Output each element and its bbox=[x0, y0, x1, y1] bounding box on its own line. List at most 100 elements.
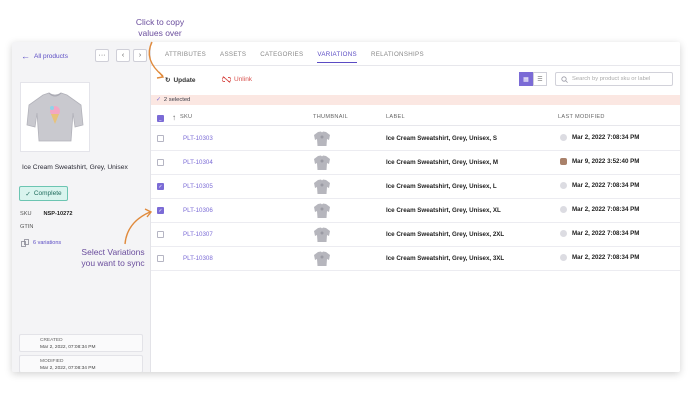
tab-variations[interactable]: VARIATIONS bbox=[317, 51, 357, 63]
tab-categories[interactable]: CATEGORIES bbox=[260, 51, 303, 63]
header-thumbnail: THUMBNAIL bbox=[313, 114, 349, 120]
row-sku-link[interactable]: PLT-10304 bbox=[183, 159, 213, 166]
row-modified-date: Mar 2, 2022 7:08:34 PM bbox=[572, 182, 640, 189]
header-label[interactable]: LABEL bbox=[386, 114, 405, 120]
gtin-key: GTIN bbox=[20, 224, 34, 230]
row-checkbox[interactable] bbox=[157, 231, 164, 238]
row-checkbox[interactable]: ✓ bbox=[157, 183, 164, 190]
user-avatar bbox=[560, 206, 567, 213]
search-box[interactable]: Search by product sku or label bbox=[555, 72, 673, 86]
unlink-label: Unlink bbox=[234, 76, 253, 83]
row-label: Ice Cream Sweatshirt, Grey, Unisex, 3XL bbox=[386, 255, 505, 262]
user-avatar bbox=[560, 182, 567, 189]
row-label: Ice Cream Sweatshirt, Grey, Unisex, XL bbox=[386, 207, 501, 214]
next-product-button[interactable]: › bbox=[133, 49, 147, 62]
search-icon bbox=[561, 75, 568, 83]
user-avatar bbox=[560, 254, 567, 261]
select-all-checkbox[interactable]: − bbox=[157, 115, 164, 124]
row-modified-date: Mar 2, 2022 7:08:34 PM bbox=[572, 230, 640, 237]
update-label: Update bbox=[173, 76, 196, 84]
complete-status-badge[interactable]: ✓ Complete bbox=[19, 186, 68, 201]
more-options-button[interactable]: ··· bbox=[95, 49, 109, 62]
annotation-line: values over bbox=[138, 28, 182, 38]
modified-label: MODIFIED bbox=[40, 359, 64, 364]
row-sku-link[interactable]: PLT-10303 bbox=[183, 135, 213, 142]
row-label: Ice Cream Sweatshirt, Grey, Unisex, S bbox=[386, 135, 497, 142]
modified-card: MODIFIED Mar 2, 2022, 07:08:34 PM bbox=[19, 355, 143, 372]
user-avatar bbox=[560, 158, 567, 165]
row-sku-link[interactable]: PLT-10306 bbox=[183, 207, 213, 214]
back-to-products-link[interactable]: ← All products bbox=[21, 52, 68, 61]
tab-relationships[interactable]: RELATIONSHIPS bbox=[371, 51, 424, 63]
selection-bar: ✓ 2 selected bbox=[151, 95, 680, 105]
annotation-copy-values: Click to copy values over bbox=[120, 17, 200, 39]
arrow-left-icon: ← bbox=[21, 51, 30, 61]
app-window: ← All products ··· ‹ › Ice Cream Sweatsh… bbox=[12, 42, 680, 372]
user-avatar bbox=[560, 230, 567, 237]
row-sku-link[interactable]: PLT-10307 bbox=[183, 231, 213, 238]
sort-asc-icon[interactable]: ↑ bbox=[172, 113, 176, 122]
variations-link[interactable]: 6 variations bbox=[21, 239, 61, 247]
update-button[interactable]: ↻ Update bbox=[165, 76, 196, 85]
table-row[interactable]: PLT-10308 Ice Cream Sweatshirt, Grey, Uni… bbox=[151, 247, 680, 271]
unlink-button[interactable]: Unlink bbox=[222, 76, 252, 83]
variations-label: 6 variations bbox=[33, 240, 62, 246]
check-small-icon: ✓ bbox=[156, 97, 161, 103]
main-panel: ATTRIBUTES ASSETS CATEGORIES VARIATIONS … bbox=[151, 42, 680, 372]
modified-value: Mar 2, 2022, 07:08:34 PM bbox=[40, 366, 96, 371]
row-sku-link[interactable]: PLT-10308 bbox=[183, 255, 213, 262]
unlink-icon bbox=[222, 76, 231, 83]
sweatshirt-image bbox=[26, 92, 84, 142]
product-sidebar: ← All products ··· ‹ › Ice Cream Sweatsh… bbox=[12, 42, 151, 372]
header-sku[interactable]: SKU bbox=[180, 114, 192, 120]
product-name: Ice Cream Sweatshirt, Grey, Unisex bbox=[22, 164, 128, 171]
row-thumbnail bbox=[314, 251, 330, 266]
refresh-icon: ↻ bbox=[165, 77, 171, 84]
tab-attributes[interactable]: ATTRIBUTES bbox=[165, 51, 206, 63]
row-thumbnail bbox=[314, 179, 330, 194]
tab-divider bbox=[151, 65, 680, 66]
view-toggle: ▦ ☰ bbox=[519, 72, 547, 86]
check-icon: ✓ bbox=[25, 190, 31, 198]
product-image bbox=[20, 82, 90, 152]
gtin-field: GTIN bbox=[20, 224, 33, 230]
row-checkbox[interactable] bbox=[157, 135, 164, 142]
sku-key: SKU bbox=[20, 211, 32, 217]
previous-product-button[interactable]: ‹ bbox=[116, 49, 130, 62]
table-row[interactable]: PLT-10304 Ice Cream Sweatshirt, Grey, Uni… bbox=[151, 151, 680, 175]
table-header: − ↑ SKU THUMBNAIL LABEL LAST MODIFIED bbox=[151, 112, 680, 126]
created-card: CREATED Mar 2, 2022, 07:08:34 PM bbox=[19, 334, 143, 352]
search-placeholder: Search by product sku or label bbox=[572, 76, 651, 82]
table-row[interactable]: PLT-10307 Ice Cream Sweatshirt, Grey, Uni… bbox=[151, 223, 680, 247]
table-row[interactable]: PLT-10303 Ice Cream Sweatshirt, Grey, Uni… bbox=[151, 127, 680, 151]
back-link-label: All products bbox=[34, 53, 68, 60]
annotation-select-variations: Select Variations you want to sync bbox=[68, 247, 158, 269]
row-thumbnail bbox=[314, 155, 330, 170]
row-last-modified: Mar 2, 2022 7:08:34 PM bbox=[560, 134, 639, 141]
sku-field: SKU NSP-10272 bbox=[20, 211, 72, 217]
row-last-modified: Mar 2, 2022 7:08:34 PM bbox=[560, 206, 639, 213]
grid-view-button[interactable]: ▦ bbox=[519, 72, 533, 86]
row-label: Ice Cream Sweatshirt, Grey, Unisex, 2XL bbox=[386, 231, 505, 238]
selection-count: 2 selected bbox=[163, 97, 191, 103]
header-last-modified[interactable]: LAST MODIFIED bbox=[558, 114, 605, 120]
row-checkbox[interactable]: ✓ bbox=[157, 207, 164, 214]
row-last-modified: Mar 2, 2022 7:08:34 PM bbox=[560, 182, 639, 189]
row-last-modified: Mar 2, 2022 7:08:34 PM bbox=[560, 254, 639, 261]
row-thumbnail bbox=[314, 227, 330, 242]
created-value: Mar 2, 2022, 07:08:34 PM bbox=[40, 345, 96, 350]
list-view-button[interactable]: ☰ bbox=[533, 72, 547, 86]
tab-assets[interactable]: ASSETS bbox=[220, 51, 246, 63]
table-row[interactable]: ✓ PLT-10305 Ice Cream Sweatshirt, Grey, Un… bbox=[151, 175, 680, 199]
check-icon: ✓ bbox=[158, 207, 163, 214]
row-thumbnail bbox=[314, 131, 330, 146]
row-checkbox[interactable] bbox=[157, 255, 164, 262]
row-sku-link[interactable]: PLT-10305 bbox=[183, 183, 213, 190]
tab-bar: ATTRIBUTES ASSETS CATEGORIES VARIATIONS … bbox=[165, 51, 424, 63]
list-icon: ☰ bbox=[537, 76, 543, 83]
row-last-modified: Mar 2, 2022 7:08:34 PM bbox=[560, 230, 639, 237]
row-checkbox[interactable] bbox=[157, 159, 164, 166]
table-row[interactable]: ✓ PLT-10306 Ice Cream Sweatshirt, Grey, Un… bbox=[151, 199, 680, 223]
minus-icon: − bbox=[158, 118, 163, 124]
check-icon: ✓ bbox=[158, 183, 163, 190]
